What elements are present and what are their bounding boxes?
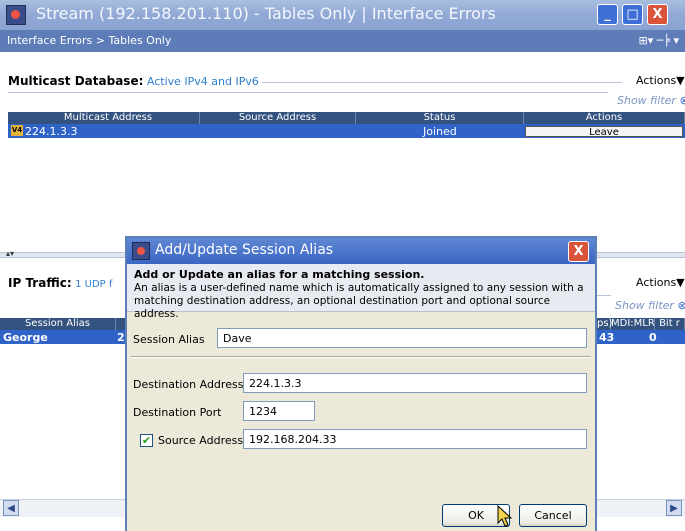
divider — [131, 356, 591, 358]
ip-traffic-header: IP Traffic: 1 UDP f — [8, 276, 112, 290]
ip-traffic-show-filter[interactable]: Show filter ⊗ — [615, 299, 685, 312]
leave-button[interactable]: Leave — [525, 126, 683, 138]
source-address-checkbox[interactable]: ✔ — [140, 434, 153, 447]
destination-address-input[interactable]: 224.1.3.3 — [243, 373, 587, 393]
status-cell: Joined — [423, 125, 457, 138]
dialog-app-icon — [132, 242, 150, 260]
col-rate[interactable]: ps) — [597, 318, 612, 330]
col-bitrate[interactable]: Bit r — [655, 318, 685, 330]
source-address-input[interactable]: 192.168.204.33 — [243, 429, 587, 449]
destination-address-label: Destination Address — [133, 378, 244, 391]
session-alias-label: Session Alias — [133, 333, 205, 346]
window-title-bar[interactable]: Stream (192.158.201.110) - Tables Only |… — [0, 0, 685, 30]
col-actions[interactable]: Actions — [524, 112, 685, 124]
ip-traffic-subtitle: 1 UDP f — [75, 279, 113, 290]
window-title: Stream (192.158.201.110) - Tables Only |… — [36, 4, 496, 23]
multicast-subtitle: Active IPv4 and IPv6 — [146, 75, 259, 88]
minimize-button[interactable]: _ — [597, 4, 618, 25]
scroll-right-icon[interactable]: ▶ — [666, 500, 682, 516]
ip-traffic-grid-header-right: ps) MDI:MLR Bit r — [597, 318, 685, 330]
source-address-label: Source Address — [158, 434, 244, 447]
mouse-cursor-icon — [497, 505, 513, 527]
ipv4-badge-icon: V4 — [11, 125, 23, 136]
divider — [262, 82, 622, 83]
scroll-left-icon[interactable]: ◀ — [3, 500, 19, 516]
session-alias-dialog: Add/Update Session Alias X Add or Update… — [125, 236, 597, 531]
session-alias-cell: George — [3, 331, 48, 344]
col-mdi-mlr[interactable]: MDI:MLR — [611, 318, 655, 330]
multicast-actions-menu[interactable]: Actions▼ — [636, 74, 685, 87]
layout-toolbar-icons[interactable]: ⊞▾ ─╞ ▾ — [639, 34, 680, 47]
destination-port-input[interactable]: 1234 — [243, 401, 315, 421]
dialog-heading: Add or Update an alias for a matching se… — [134, 268, 425, 281]
dialog-description: An alias is a user-defined name which is… — [134, 282, 584, 320]
filter-toggle-icon: ⊗ — [679, 94, 685, 107]
col-source-address[interactable]: Source Address — [200, 112, 356, 124]
splitter-arrows-icon: ▴▾ — [6, 249, 15, 258]
breadcrumb-bar: Interface Errors > Tables Only ⊞▾ ─╞ ▾ — [0, 30, 685, 52]
dialog-title-bar[interactable]: Add/Update Session Alias X — [127, 238, 595, 264]
dialog-close-button[interactable]: X — [568, 241, 589, 262]
show-filter-label: Show filter — [617, 94, 676, 107]
dialog-title: Add/Update Session Alias — [155, 242, 334, 258]
session-cell: 2 — [117, 331, 125, 344]
multicast-header: Multicast Database: Active IPv4 and IPv6 — [8, 74, 259, 88]
close-button[interactable]: X — [647, 4, 668, 25]
table-row[interactable]: V4 224.1.3.3 Joined Leave — [8, 124, 685, 138]
app-icon — [6, 5, 26, 25]
ip-traffic-grid-header-left: Session Alias — [0, 318, 125, 330]
show-filter-label: Show filter — [615, 299, 674, 312]
multicast-grid-header: Multicast Address Source Address Status … — [17, 112, 685, 124]
col-multicast-address[interactable]: Multicast Address — [17, 112, 200, 124]
ip-traffic-actions-menu[interactable]: Actions▼ — [636, 276, 685, 289]
cancel-button[interactable]: Cancel — [519, 504, 587, 527]
breadcrumb[interactable]: Interface Errors > Tables Only — [7, 34, 171, 47]
multicast-show-filter[interactable]: Show filter ⊗ — [617, 94, 685, 107]
divider — [8, 92, 608, 93]
col-status[interactable]: Status — [356, 112, 524, 124]
ip-traffic-title: IP Traffic: — [8, 276, 72, 290]
destination-port-label: Destination Port — [133, 406, 222, 419]
mdi-mlr-cell: 0 — [649, 331, 657, 344]
session-alias-input[interactable]: Dave — [217, 328, 587, 348]
col-session-alias[interactable]: Session Alias — [0, 318, 116, 330]
dialog-description-panel: Add or Update an alias for a matching se… — [127, 264, 595, 320]
table-row[interactable]: 43 0 — [597, 330, 685, 344]
multicast-title: Multicast Database: — [8, 74, 144, 88]
filter-toggle-icon: ⊗ — [677, 299, 685, 312]
multicast-address-cell: 224.1.3.3 — [25, 125, 78, 138]
maximize-button[interactable]: □ — [622, 4, 643, 25]
table-row[interactable]: George 2 — [0, 330, 125, 344]
rate-cell: 43 — [599, 331, 615, 344]
divider — [597, 295, 611, 296]
grid-corner — [8, 112, 17, 124]
